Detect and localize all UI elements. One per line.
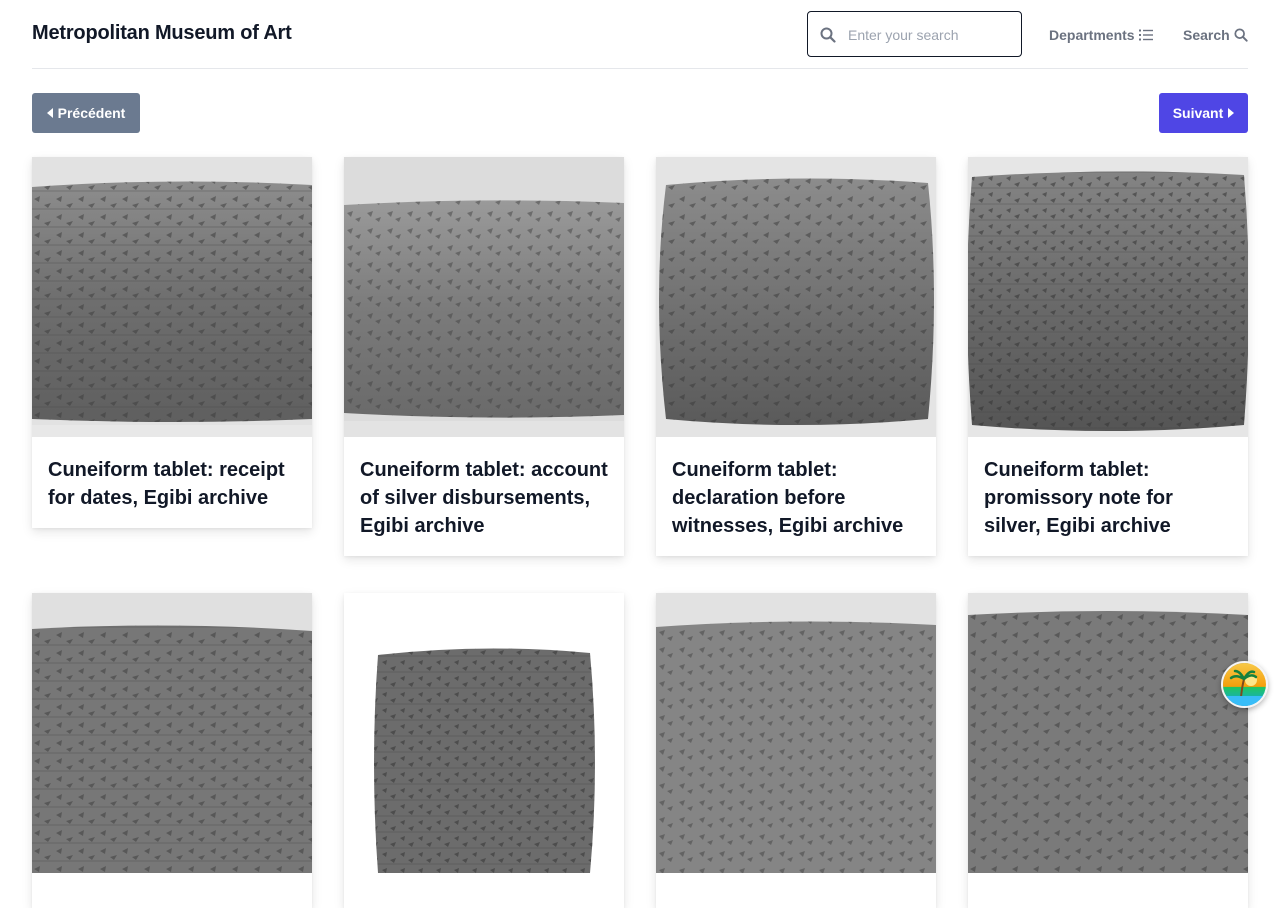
artwork-title[interactable]: Cuneiform tablet: declaration before wit… xyxy=(656,437,936,556)
search-icon xyxy=(1234,28,1248,42)
search-field[interactable] xyxy=(807,11,1022,57)
search-input[interactable] xyxy=(848,22,1016,48)
site-title[interactable]: Metropolitan Museum of Art xyxy=(32,22,292,45)
artwork-image[interactable] xyxy=(344,157,624,437)
artwork-card[interactable]: Cuneiform tablet: account of silver disb… xyxy=(344,157,624,556)
artwork-title[interactable]: Cuneiform tablet: promissory note for si… xyxy=(968,437,1248,556)
artwork-image[interactable] xyxy=(656,593,936,873)
artwork-image[interactable] xyxy=(344,593,624,873)
caret-left-icon xyxy=(46,105,53,121)
artwork-image[interactable] xyxy=(656,157,936,437)
departments-label: Departments xyxy=(1049,27,1135,43)
artwork-title[interactable] xyxy=(32,873,312,908)
artwork-card[interactable]: Cuneiform tablet: receipt for dates, Egi… xyxy=(32,157,312,528)
artwork-title[interactable] xyxy=(656,873,936,908)
artwork-title[interactable] xyxy=(344,873,624,908)
artwork-title[interactable]: Cuneiform tablet: receipt for dates, Egi… xyxy=(32,437,312,528)
next-page-button[interactable]: Suivant xyxy=(1159,93,1248,133)
search-link[interactable]: Search xyxy=(1183,25,1248,45)
artwork-card[interactable]: Cuneiform tablet: declaration before wit… xyxy=(656,157,936,556)
artwork-image[interactable] xyxy=(32,157,312,437)
search-link-label: Search xyxy=(1183,27,1230,43)
site-header: Metropolitan Museum of Art Departments S… xyxy=(32,0,1248,69)
previous-page-button[interactable]: Précédent xyxy=(32,93,140,133)
artwork-title[interactable]: Cuneiform tablet: account of silver disb… xyxy=(344,437,624,556)
artwork-card[interactable] xyxy=(656,593,936,908)
artwork-card[interactable] xyxy=(968,593,1248,908)
artwork-card[interactable]: Cuneiform tablet: promissory note for si… xyxy=(968,157,1248,556)
artwork-image[interactable] xyxy=(968,157,1248,437)
artwork-image[interactable] xyxy=(32,593,312,873)
artwork-image[interactable] xyxy=(968,593,1248,873)
search-icon xyxy=(820,27,836,43)
artwork-card[interactable] xyxy=(344,593,624,908)
caret-right-icon xyxy=(1228,105,1235,121)
departments-link[interactable]: Departments xyxy=(1049,25,1153,45)
palm-tree-sunset-icon[interactable] xyxy=(1221,661,1268,708)
list-icon xyxy=(1138,29,1153,41)
artwork-title[interactable] xyxy=(968,873,1248,908)
next-page-label: Suivant xyxy=(1172,105,1224,121)
previous-page-label: Précédent xyxy=(57,105,126,121)
artwork-card[interactable] xyxy=(32,593,312,908)
